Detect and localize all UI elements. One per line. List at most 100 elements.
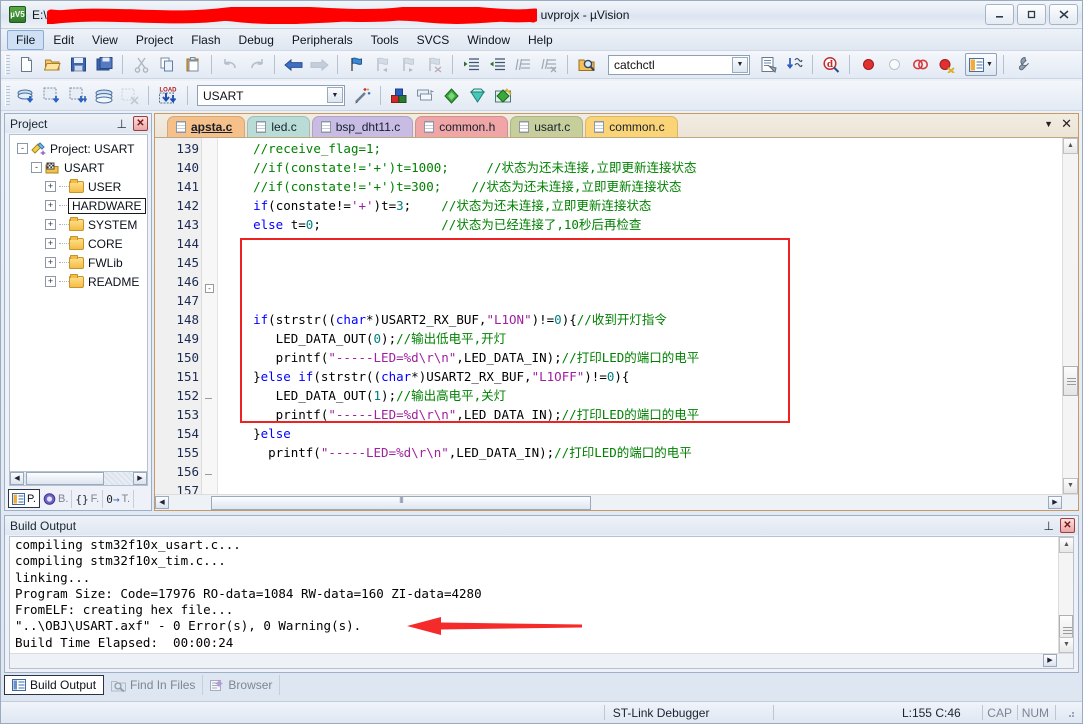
code-line[interactable]: 148 if(strstr((char*)USART2_RX_BUF,"L1ON…: [155, 310, 1078, 329]
bookmark-clear-icon[interactable]: [422, 53, 446, 76]
menu-item-view[interactable]: View: [83, 30, 127, 50]
tree-node-readme[interactable]: + README: [12, 272, 147, 291]
save-all-icon[interactable]: [92, 53, 116, 76]
menu-item-tools[interactable]: Tools: [362, 30, 408, 50]
code-line[interactable]: 147: [155, 291, 1078, 310]
paste-icon[interactable]: [181, 53, 205, 76]
code-text[interactable]: LED_DATA_OUT(0);//输出低电平,开灯: [223, 329, 507, 348]
scroll-thumb[interactable]: [26, 472, 104, 485]
breakpoint-disable-all-icon[interactable]: [908, 53, 932, 76]
build-icon[interactable]: [40, 84, 64, 107]
project-tree[interactable]: - Project: USART - USART + USER + HARDWA…: [9, 134, 148, 486]
code-line[interactable]: 151 }else if(strstr((char*)USART2_RX_BUF…: [155, 367, 1078, 386]
find-in-files-icon[interactable]: [575, 53, 599, 76]
chevron-down-icon[interactable]: ▼: [986, 61, 993, 68]
tree-node-fwlib[interactable]: + FWLib: [12, 253, 147, 272]
tab-project[interactable]: P.: [8, 489, 40, 508]
bookmark-next-icon[interactable]: [396, 53, 420, 76]
target-options-dialog-icon[interactable]: [387, 84, 411, 107]
bookmark-prev-icon[interactable]: [370, 53, 394, 76]
scroll-track[interactable]: [24, 472, 133, 485]
minimize-button[interactable]: [985, 4, 1014, 25]
tree-node-core[interactable]: + CORE: [12, 234, 147, 253]
code-text[interactable]: printf("-----LED=%d\r\n",LED_DATA_IN);//…: [223, 348, 700, 367]
open-file-icon[interactable]: [40, 53, 64, 76]
navigate-back-icon[interactable]: [281, 53, 305, 76]
save-icon[interactable]: [66, 53, 90, 76]
expander-icon[interactable]: +: [45, 257, 56, 268]
menu-item-debug[interactable]: Debug: [230, 30, 283, 50]
tab-browser[interactable]: Browser: [203, 675, 281, 695]
status-resize-grip[interactable]: [1056, 703, 1082, 723]
code-text[interactable]: if(strstr((char*)USART2_RX_BUF,"L1ON")!=…: [223, 310, 667, 329]
code-line[interactable]: 152 LED_DATA_OUT(1);//输出高电平,关灯: [155, 386, 1078, 405]
scroll-up-icon[interactable]: ▲: [1063, 138, 1078, 154]
scroll-down-icon[interactable]: ▼: [1059, 637, 1073, 653]
code-line[interactable]: 145: [155, 253, 1078, 272]
expander-icon[interactable]: -: [31, 162, 42, 173]
close-icon[interactable]: ✕: [133, 116, 148, 131]
code-line[interactable]: 153 printf("-----LED=%d\r\n",LED_DATA_IN…: [155, 405, 1078, 424]
code-editor[interactable]: 139 //receive_flag=1; 140 //if(constate!=…: [155, 137, 1078, 510]
expander-icon[interactable]: +: [45, 238, 56, 249]
uncomment-icon[interactable]: [537, 53, 561, 76]
manage-components-icon[interactable]: [413, 84, 437, 107]
new-file-icon[interactable]: [14, 53, 38, 76]
menu-item-edit[interactable]: Edit: [44, 30, 83, 50]
tree-node-user[interactable]: + USER: [12, 177, 147, 196]
code-line[interactable]: 144: [155, 234, 1078, 253]
scroll-thumb[interactable]: [1063, 366, 1078, 396]
outdent-icon[interactable]: [485, 53, 509, 76]
components-teal-icon[interactable]: [465, 84, 489, 107]
components-green-icon[interactable]: [439, 84, 463, 107]
pin-icon[interactable]: ⊥: [1044, 519, 1054, 533]
code-text[interactable]: //if(constate!='+')t=1000; //状态为还未连接,立即更…: [223, 158, 696, 177]
tab-functions[interactable]: {} F.: [72, 490, 104, 508]
close-icon[interactable]: ✕: [1060, 518, 1075, 533]
code-text[interactable]: printf("-----LED=%d\r\n",LED_DATA_IN);//…: [223, 443, 692, 462]
toolbar-grip[interactable]: [5, 54, 10, 75]
editor-tab-common-h[interactable]: common.h: [415, 116, 509, 137]
scroll-up-icon[interactable]: ▲: [1059, 537, 1073, 553]
build-output-text[interactable]: compiling stm32f10x_usart.c... compiling …: [9, 536, 1074, 669]
expander-icon[interactable]: +: [45, 219, 56, 230]
menu-item-file[interactable]: File: [7, 29, 45, 50]
file-combo[interactable]: catchctl ▼: [608, 54, 750, 75]
customize-tools-icon[interactable]: [1010, 53, 1034, 76]
close-button[interactable]: [1049, 4, 1078, 25]
code-text[interactable]: }else: [223, 424, 291, 443]
components-pack-icon[interactable]: [491, 84, 515, 107]
chevron-down-icon[interactable]: ▼: [327, 87, 343, 103]
editor-hscrollbar[interactable]: ◀ ▶: [155, 494, 1078, 510]
load-download-icon[interactable]: LOAD: [155, 84, 181, 107]
code-line[interactable]: 149 LED_DATA_OUT(0);//输出低电平,开灯: [155, 329, 1078, 348]
debug-start-icon[interactable]: d: [819, 53, 843, 76]
stop-build-icon[interactable]: [118, 84, 142, 107]
scroll-right-icon[interactable]: ▶: [133, 472, 147, 485]
code-text[interactable]: printf("-----LED=%d\r\n",LED_DATA_IN);//…: [223, 405, 700, 424]
code-text[interactable]: //receive_flag=1;: [223, 139, 381, 158]
breakpoint-insert-icon[interactable]: [856, 53, 880, 76]
expander-icon[interactable]: -: [17, 143, 28, 154]
tree-node-target[interactable]: - USART: [12, 158, 147, 177]
code-text[interactable]: else t=0; //状态为已经连接了,10秒后再检查: [223, 215, 641, 234]
editor-tab-common-c[interactable]: common.c: [585, 116, 678, 137]
translate-icon[interactable]: [14, 84, 38, 107]
fold-collapse-icon[interactable]: -: [205, 284, 214, 293]
close-icon[interactable]: ✕: [1061, 116, 1072, 132]
code-line[interactable]: 139 //receive_flag=1;: [155, 139, 1078, 158]
build-vscrollbar[interactable]: ▲ ▼: [1058, 537, 1073, 653]
editor-tab-led-c[interactable]: led.c: [247, 116, 310, 137]
editor-vscrollbar[interactable]: ▲ ▼: [1062, 138, 1078, 494]
cut-icon[interactable]: [129, 53, 153, 76]
editor-tab-bsp-dht11-c[interactable]: bsp_dht11.c: [311, 116, 414, 137]
code-line[interactable]: 155 printf("-----LED=%d\r\n",LED_DATA_IN…: [155, 443, 1078, 462]
menu-item-window[interactable]: Window: [458, 30, 519, 50]
tree-node-hardware[interactable]: + HARDWARE: [12, 196, 147, 215]
scroll-down-icon[interactable]: ▼: [1063, 478, 1078, 494]
scroll-left-icon[interactable]: ◀: [10, 472, 24, 485]
breakpoint-disable-icon[interactable]: [882, 53, 906, 76]
code-text[interactable]: if(constate!='+')t=3; //状态为还未连接,立即更新连接状态: [223, 196, 651, 215]
tab-build-output[interactable]: Build Output: [4, 675, 105, 695]
rebuild-icon[interactable]: [66, 84, 90, 107]
